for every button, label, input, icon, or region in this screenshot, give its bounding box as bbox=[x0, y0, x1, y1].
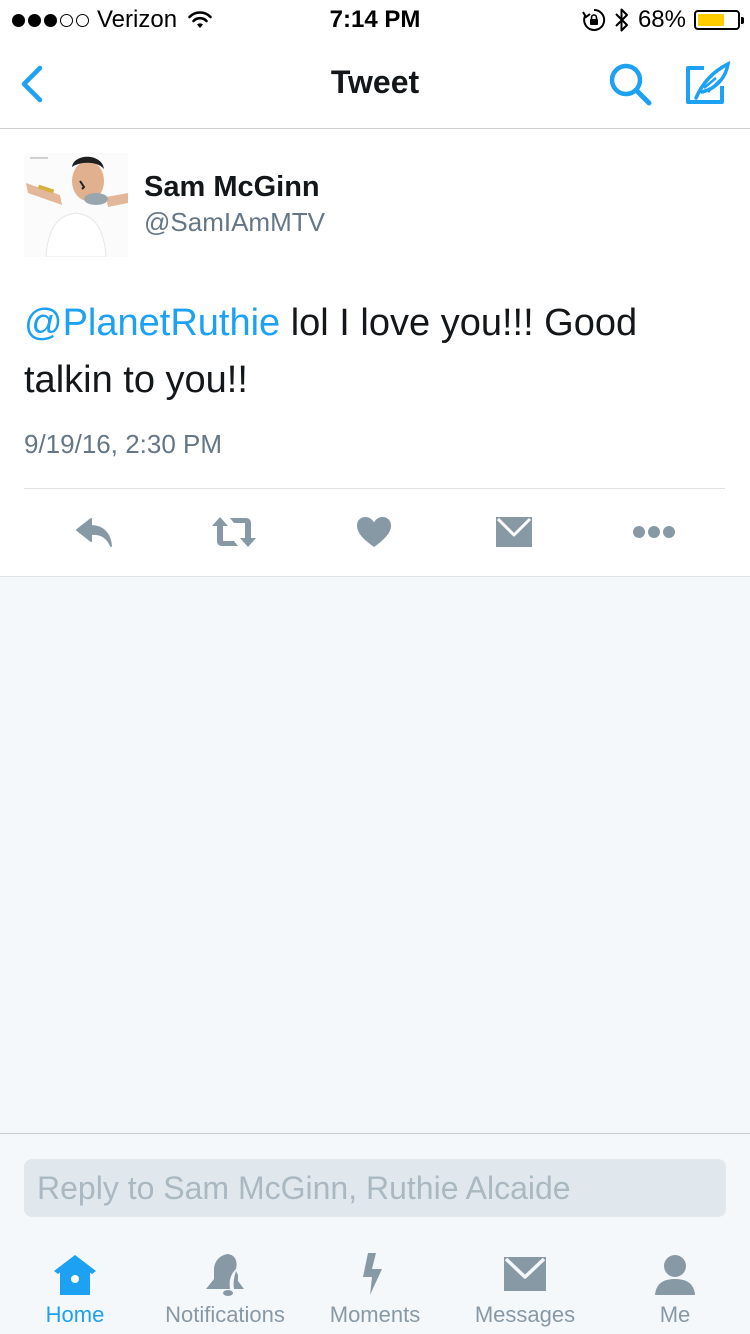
rotation-lock-icon bbox=[582, 8, 606, 31]
tab-me[interactable]: Me bbox=[600, 1241, 750, 1334]
tab-notifications[interactable]: Notifications bbox=[150, 1241, 300, 1334]
avatar[interactable] bbox=[24, 153, 128, 257]
battery-level bbox=[698, 14, 724, 26]
tab-messages[interactable]: Messages bbox=[450, 1241, 600, 1334]
mention-link[interactable]: @PlanetRuthie bbox=[24, 302, 280, 344]
more-options-button[interactable] bbox=[624, 507, 684, 557]
tab-bar: Home Notifications Moments Messages Me bbox=[0, 1241, 750, 1334]
reply-bar: Reply to Sam McGinn, Ruthie Alcaide bbox=[0, 1133, 750, 1242]
retweet-button[interactable] bbox=[204, 507, 264, 557]
tab-label: Notifications bbox=[165, 1302, 285, 1327]
status-bar: Verizon 7:14 PM 68% bbox=[0, 0, 750, 40]
compose-tweet-button[interactable] bbox=[682, 58, 732, 108]
person-icon bbox=[655, 1255, 695, 1295]
heart-icon bbox=[357, 517, 391, 547]
tweet-timestamp: 9/19/16, 2:30 PM bbox=[24, 429, 223, 459]
envelope-icon bbox=[496, 517, 532, 547]
navigation-bar: Tweet bbox=[0, 40, 750, 129]
screen-name[interactable]: @SamIAmMTV bbox=[144, 207, 325, 238]
display-name[interactable]: Sam McGinn bbox=[144, 171, 320, 204]
tweet-text: @PlanetRuthie lol I love you!!! Good tal… bbox=[24, 295, 724, 409]
retweet-icon bbox=[212, 517, 256, 547]
compose-feather-icon bbox=[686, 60, 731, 104]
bell-icon bbox=[206, 1254, 244, 1296]
search-button[interactable] bbox=[606, 60, 656, 110]
reply-icon bbox=[76, 518, 112, 547]
battery-percent: 68% bbox=[637, 6, 686, 33]
lightning-icon bbox=[363, 1253, 382, 1295]
bluetooth-icon bbox=[615, 8, 628, 32]
tweet-detail: Sam McGinn @SamIAmMTV @PlanetRuthie lol … bbox=[0, 129, 750, 577]
battery-icon bbox=[694, 10, 744, 30]
profile-photo bbox=[24, 153, 128, 257]
direct-message-button[interactable] bbox=[484, 507, 544, 557]
home-icon bbox=[54, 1255, 96, 1295]
reply-button[interactable] bbox=[65, 507, 125, 557]
divider bbox=[24, 488, 725, 489]
tab-moments[interactable]: Moments bbox=[300, 1241, 450, 1334]
like-button[interactable] bbox=[344, 507, 404, 557]
tab-label: Messages bbox=[474, 1302, 576, 1327]
status-right: 68% bbox=[582, 6, 744, 34]
tab-label: Me bbox=[659, 1302, 691, 1327]
envelope-icon bbox=[504, 1257, 546, 1291]
search-icon bbox=[609, 63, 652, 106]
tab-label: Moments bbox=[329, 1302, 421, 1327]
tab-label: Home bbox=[45, 1302, 105, 1327]
tab-home[interactable]: Home bbox=[0, 1241, 150, 1334]
reply-input[interactable]: Reply to Sam McGinn, Ruthie Alcaide bbox=[24, 1159, 726, 1217]
more-icon bbox=[633, 526, 675, 538]
